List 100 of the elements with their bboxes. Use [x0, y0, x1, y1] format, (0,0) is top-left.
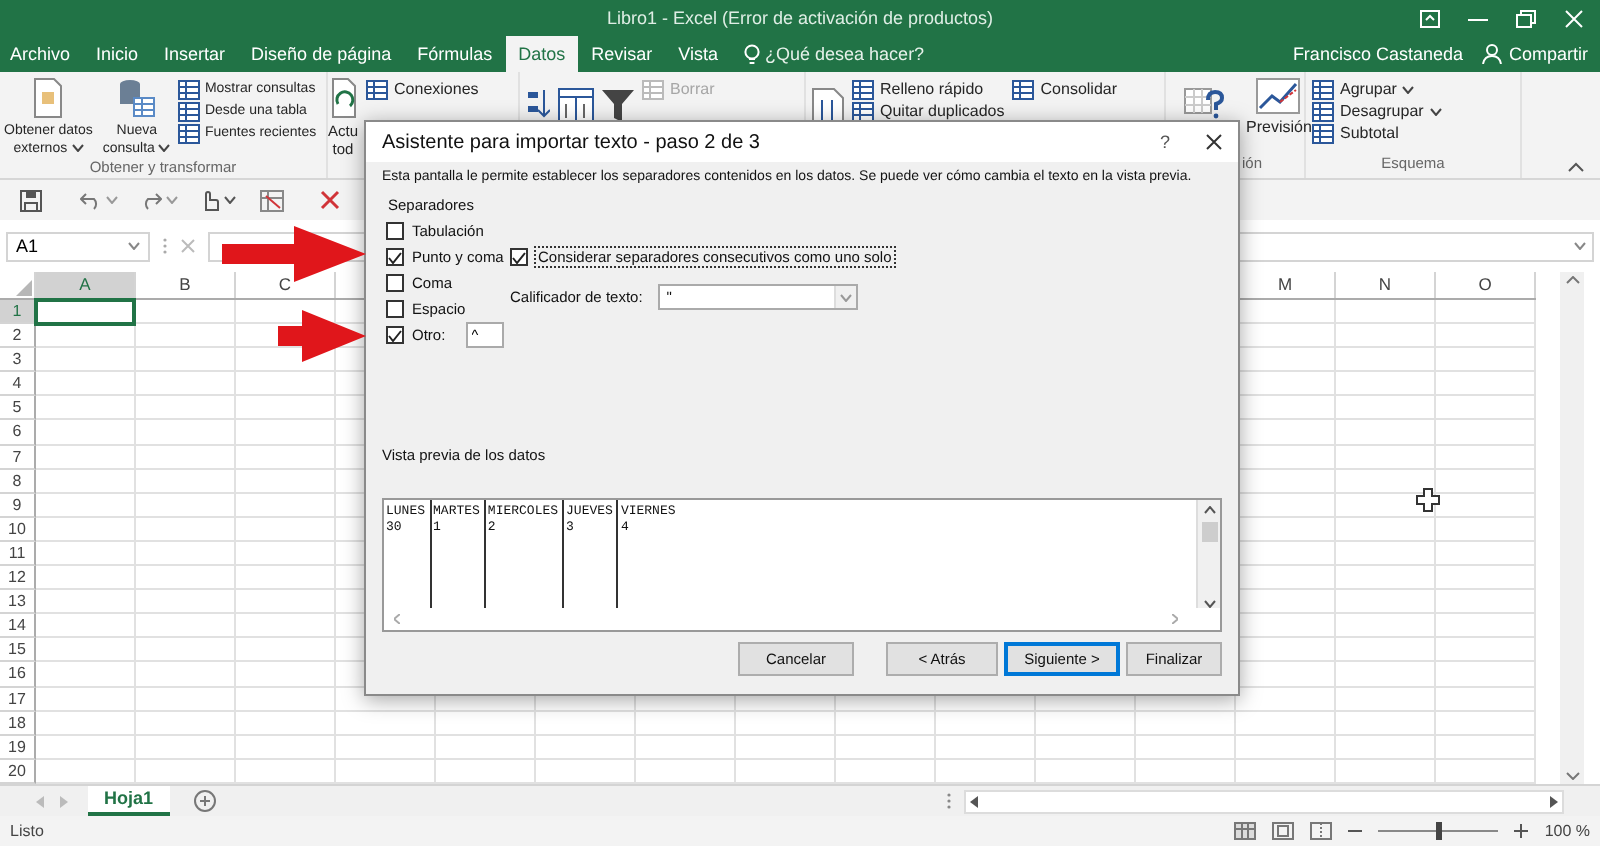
caret-icon — [840, 293, 853, 301]
restore-icon[interactable] — [1516, 9, 1536, 27]
zoom-out-icon[interactable] — [1348, 824, 1363, 838]
search-field[interactable]: ¿Qué desea hacer? — [765, 44, 926, 64]
vertical-scrollbar[interactable] — [1560, 272, 1584, 784]
ribbon-tab[interactable]: Inicio — [83, 36, 152, 72]
sort-icon[interactable] — [526, 88, 550, 120]
checkbox[interactable] — [386, 300, 404, 318]
row-header[interactable]: 5 — [12, 398, 22, 417]
lightbulb-icon — [743, 43, 760, 65]
row-header[interactable]: 19 — [8, 737, 26, 756]
scroll-up-icon[interactable] — [1565, 276, 1579, 284]
row-header[interactable]: 15 — [8, 640, 26, 659]
collapse-icon[interactable] — [1568, 162, 1584, 172]
checkbox[interactable] — [510, 248, 528, 266]
row-header[interactable]: 18 — [8, 713, 26, 732]
scroll-right-icon[interactable] — [1550, 795, 1558, 807]
question-icon[interactable] — [1184, 88, 1224, 120]
scroll-left-icon[interactable] — [970, 795, 978, 807]
columns-icon[interactable] — [812, 88, 844, 124]
undo-icon[interactable] — [80, 191, 102, 209]
column-header[interactable]: B — [179, 274, 191, 294]
checkbox[interactable] — [386, 248, 404, 266]
slider-thumb[interactable] — [1436, 822, 1443, 840]
row-header[interactable]: 4 — [12, 374, 22, 393]
ribbon-tab[interactable]: Revisar — [578, 36, 666, 72]
check-icon — [388, 251, 402, 263]
hand-icon[interactable] — [200, 188, 220, 212]
add-sheet-icon[interactable] — [193, 790, 216, 812]
column-header[interactable]: A — [79, 274, 91, 294]
ribbon-tab[interactable]: Vista — [665, 36, 732, 72]
row-header[interactable]: 17 — [8, 689, 26, 707]
ribbon-display-icon[interactable] — [1420, 9, 1440, 27]
row-header[interactable]: 11 — [8, 543, 26, 562]
page-layout-icon[interactable] — [1272, 822, 1295, 840]
sort-icon[interactable] — [558, 88, 594, 124]
row-header[interactable]: 9 — [12, 495, 22, 514]
row-header[interactable]: 10 — [8, 519, 26, 538]
checkbox[interactable] — [386, 274, 404, 292]
column-header[interactable]: O — [1478, 274, 1492, 294]
horizontal-scrollbar[interactable] — [964, 789, 1564, 813]
page-break-icon[interactable] — [1310, 822, 1333, 840]
grip-icon — [946, 792, 952, 810]
caret-icon — [166, 196, 178, 204]
grid-icon[interactable] — [260, 189, 284, 211]
row-header[interactable]: 1 — [12, 302, 22, 320]
ribbon-tab[interactable]: Fórmulas — [404, 36, 506, 72]
close-icon[interactable] — [1206, 134, 1222, 150]
status-text: Listo — [10, 822, 44, 840]
row-header[interactable]: 8 — [12, 471, 22, 490]
row-header[interactable]: 16 — [8, 664, 26, 683]
ribbon-button[interactable]: Consolidar — [1012, 78, 1118, 100]
scroll-up-icon[interactable] — [1203, 506, 1215, 514]
row-header[interactable]: 3 — [12, 350, 22, 369]
ribbon-tab[interactable]: Insertar — [151, 36, 239, 72]
row-header[interactable]: 7 — [12, 447, 22, 466]
row-header[interactable]: 14 — [8, 616, 26, 635]
checkbox[interactable] — [386, 326, 404, 344]
row-header[interactable]: 13 — [8, 592, 26, 611]
selected-cell[interactable] — [34, 298, 136, 326]
refresh-icon — [329, 78, 357, 118]
ribbon-button[interactable]: Previsión — [1244, 78, 1314, 136]
checkbox[interactable] — [386, 222, 404, 240]
caret-icon — [106, 196, 118, 204]
cross-icon[interactable] — [320, 190, 340, 210]
table-icon — [1012, 79, 1035, 99]
column-header[interactable]: M — [1277, 274, 1293, 294]
redo-icon[interactable] — [140, 191, 162, 209]
row-header[interactable]: 2 — [12, 326, 22, 345]
ribbon-tab[interactable]: Diseño de página — [238, 36, 405, 72]
help-button[interactable]: ? — [1159, 132, 1170, 152]
ribbon-button[interactable]: Desagrupar — [1312, 100, 1442, 122]
row-header[interactable]: 12 — [8, 568, 26, 587]
column-header[interactable]: C — [278, 274, 292, 294]
scroll-down-icon[interactable] — [1565, 772, 1579, 780]
sheet-tab[interactable]: Hoja1 — [88, 785, 170, 815]
ribbon-button[interactable]: Relleno rápido — [852, 78, 1005, 100]
column-header[interactable]: N — [1378, 274, 1392, 294]
zoom-in-icon[interactable] — [1514, 824, 1529, 838]
person-icon — [1482, 44, 1503, 64]
save-icon[interactable] — [20, 189, 42, 211]
normal-view-icon[interactable] — [1234, 822, 1257, 840]
vertical-scrollbar[interactable] — [1198, 500, 1220, 608]
ribbon-tab[interactable]: Datos — [505, 36, 579, 72]
ribbon-button[interactable]: Conexiones — [366, 78, 479, 100]
table-icon — [1312, 123, 1334, 143]
row-header[interactable]: 6 — [12, 422, 22, 441]
pointer-arrow — [278, 310, 366, 362]
ribbon-button[interactable]: Agrupar — [1312, 78, 1442, 100]
row-header[interactable]: 20 — [8, 761, 26, 780]
scroll-thumb[interactable] — [1201, 522, 1217, 542]
name-box[interactable]: A1 — [6, 231, 150, 261]
filter-icon[interactable] — [602, 88, 634, 124]
chart-icon[interactable] — [1256, 78, 1301, 114]
document-icon — [30, 78, 67, 118]
scroll-down-icon[interactable] — [1203, 600, 1215, 608]
ribbon-button[interactable]: Subtotal — [1312, 122, 1442, 144]
check-icon — [388, 329, 402, 341]
share-button[interactable]: Compartir — [1478, 44, 1592, 64]
ribbon-tab[interactable]: Archivo — [0, 36, 84, 72]
